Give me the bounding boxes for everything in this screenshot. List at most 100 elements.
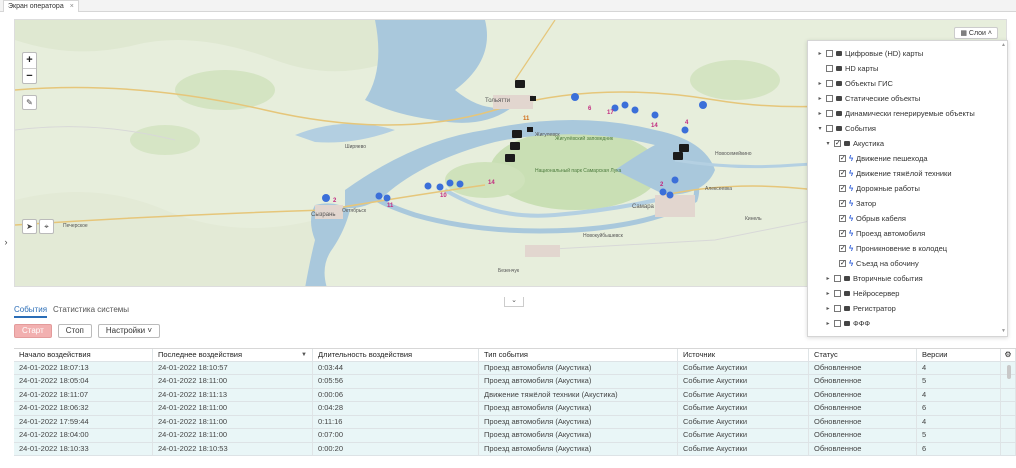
tab-events[interactable]: События (14, 304, 48, 318)
table-cell: 0:05:56 (313, 375, 479, 388)
layer-checkbox[interactable] (839, 259, 846, 267)
layer-item[interactable]: ϟДвижение тяжёлой техники (839, 166, 952, 180)
table-cell: 0:00:20 (313, 442, 479, 455)
zoom-in-button[interactable]: + (23, 53, 36, 68)
table-cell: Обновленное (809, 429, 917, 442)
column-header[interactable]: Статус (809, 349, 917, 361)
table-cell: Обновленное (809, 388, 917, 401)
expand-right-icon[interactable]: ▸ (825, 305, 831, 312)
start-button[interactable]: Старт (14, 324, 52, 338)
layer-item[interactable]: HD карты (817, 61, 878, 75)
table-cell: 0:03:44 (313, 361, 479, 374)
expand-right-icon[interactable]: ▸ (825, 275, 831, 282)
navigate-arrow-icon[interactable]: ➤ (22, 219, 37, 234)
layer-item[interactable]: ▾ Акустика (825, 136, 884, 150)
layers-button[interactable]: ▦ Слои ˄ (954, 27, 998, 39)
table-cell: Обновленное (809, 415, 917, 428)
expand-right-icon[interactable]: ▸ (817, 50, 823, 57)
layer-item[interactable]: ▾ События (817, 121, 875, 135)
table-cell: Обновленное (809, 402, 917, 415)
expand-right-icon[interactable]: ▸ (817, 80, 823, 87)
draw-tool-icon[interactable]: ✎ (22, 95, 37, 110)
place-label: Тольятти (485, 98, 510, 104)
layer-checkbox[interactable] (834, 139, 841, 147)
column-header[interactable]: Последнее воздействия ▼ (153, 349, 313, 361)
layer-item[interactable]: ▸ Вторичные события (825, 271, 922, 285)
layer-item[interactable]: ϟДорожные работы (839, 181, 920, 195)
layer-checkbox[interactable] (826, 109, 833, 117)
table-row[interactable]: 24-01-2022 18:06:32 24-01-2022 18:11:00 0:… (14, 402, 1016, 416)
column-header[interactable]: Длительность воздействия (313, 349, 479, 361)
layer-item[interactable]: ϟПроникновение в колодец (839, 241, 947, 255)
column-header[interactable]: Начало воздействия (14, 349, 153, 361)
map-marker-count: 14 (651, 123, 658, 129)
table-cell: Событие Акустики (678, 388, 809, 401)
side-panel-toggle-icon[interactable]: › (2, 236, 10, 248)
layer-checkbox[interactable] (826, 124, 833, 132)
layer-checkbox[interactable] (839, 244, 846, 252)
expand-right-icon[interactable]: ▸ (825, 290, 831, 297)
layer-checkbox[interactable] (839, 169, 846, 177)
layer-item[interactable]: ▸ ФФФ (825, 316, 870, 330)
gear-icon[interactable]: ⚙ (1001, 349, 1016, 361)
layer-checkbox[interactable] (834, 304, 841, 312)
layer-checkbox[interactable] (839, 214, 846, 222)
layer-item[interactable]: ▸ Динамически генерируемые объекты (817, 106, 974, 120)
table-cell: Проезд автомобиля (Акустика) (479, 415, 678, 428)
table-row[interactable]: 24-01-2022 17:59:44 24-01-2022 18:11:00 0:… (14, 415, 1016, 429)
layer-checkbox[interactable] (834, 274, 841, 282)
layer-item[interactable]: ▸ Цифровые (HD) карты (817, 46, 923, 60)
collapse-map-handle-icon[interactable]: ⌄ (504, 297, 524, 307)
layer-checkbox[interactable] (826, 79, 833, 87)
tab-operator-screen[interactable]: Экран оператора × (3, 0, 79, 12)
layer-item[interactable]: ϟСъезд на обочину (839, 256, 919, 270)
scroll-down-icon[interactable]: ▼ (1001, 328, 1006, 334)
stop-button[interactable]: Стоп (57, 324, 92, 338)
layer-item[interactable]: ϟОбрыв кабеля (839, 211, 906, 225)
locate-crosshair-icon[interactable]: ⌖ (39, 219, 54, 234)
table-row[interactable]: 24-01-2022 18:11:07 24-01-2022 18:11:13 0:… (14, 388, 1016, 402)
layer-item[interactable]: ▸ Регистратор (825, 301, 895, 315)
zoom-out-button[interactable]: − (23, 68, 36, 83)
layer-item[interactable]: ▸ Нейросервер (825, 286, 899, 300)
tab-system-stats[interactable]: Статистика системы (53, 304, 129, 318)
layer-checkbox[interactable] (834, 319, 841, 327)
column-header[interactable]: Версии (917, 349, 1001, 361)
settings-dropdown[interactable]: Настройки ˅ (97, 324, 161, 338)
table-cell: 4 (917, 415, 1001, 428)
layer-item[interactable]: ϟДвижение пешехода (839, 151, 928, 165)
sort-desc-icon[interactable]: ▼ (301, 349, 307, 361)
expand-down-icon[interactable]: ▾ (825, 140, 831, 147)
close-icon[interactable]: × (70, 1, 74, 12)
table-row[interactable]: 24-01-2022 18:04:00 24-01-2022 18:11:00 0:… (14, 429, 1016, 443)
table-cell: 24-01-2022 17:59:44 (14, 415, 153, 428)
scroll-up-icon[interactable]: ▲ (1001, 42, 1006, 48)
layer-checkbox[interactable] (826, 94, 833, 102)
layer-item[interactable]: ▸ Объекты ГИС (817, 76, 892, 90)
expand-right-icon[interactable]: ▸ (817, 95, 823, 102)
layer-checkbox[interactable] (839, 184, 846, 192)
expand-down-icon[interactable]: ▾ (817, 125, 823, 132)
table-scrollbar[interactable] (1007, 365, 1011, 379)
layer-checkbox[interactable] (839, 229, 846, 237)
layer-item[interactable]: ϟЗатор (839, 196, 876, 210)
layer-item[interactable]: ▸ Статические объекты (817, 91, 920, 105)
layer-checkbox[interactable] (839, 199, 846, 207)
table-row[interactable]: 24-01-2022 18:07:13 24-01-2022 18:10:57 0:… (14, 361, 1016, 375)
table-row[interactable]: 24-01-2022 18:05:04 24-01-2022 18:11:00 0:… (14, 375, 1016, 389)
column-header[interactable]: Источник (678, 349, 809, 361)
table-cell: 0:04:28 (313, 402, 479, 415)
acoustic-event-icon: ϟ (849, 183, 854, 193)
layer-label: Затор (856, 198, 877, 208)
layer-checkbox[interactable] (826, 49, 833, 57)
layer-label: Дорожные работы (856, 183, 920, 193)
layer-checkbox[interactable] (826, 64, 833, 72)
expand-right-icon[interactable]: ▸ (817, 110, 823, 117)
layer-checkbox[interactable] (834, 289, 841, 297)
layer-item[interactable]: ϟПроезд автомобиля (839, 226, 925, 240)
table-row[interactable]: 24-01-2022 18:10:33 24-01-2022 18:10:53 0:… (14, 442, 1016, 456)
expand-right-icon[interactable]: ▸ (825, 320, 831, 327)
column-header[interactable]: Тип события (479, 349, 678, 361)
map-marker-count: 10 (440, 193, 447, 199)
layer-checkbox[interactable] (839, 154, 846, 162)
